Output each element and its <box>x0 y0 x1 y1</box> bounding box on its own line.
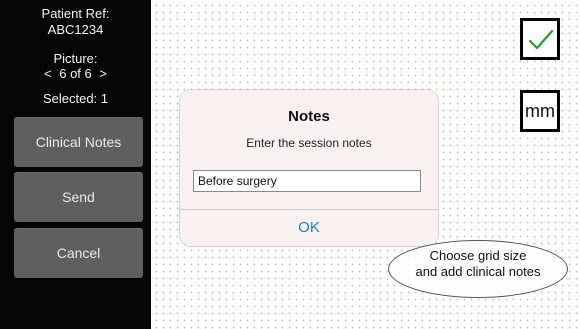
confirm-button[interactable] <box>520 18 560 60</box>
hint-line-1: Choose grid size <box>429 248 527 263</box>
patient-ref-label: Patient Ref: <box>41 6 110 21</box>
selected-count: Selected: 1 <box>42 91 109 106</box>
unit-mm-button[interactable]: mm <box>520 90 560 132</box>
next-picture-button[interactable]: > <box>95 67 111 81</box>
dialog-title: Notes <box>288 108 330 125</box>
send-button[interactable]: Send <box>14 172 143 222</box>
notes-dialog: Notes Enter the session notes OK <box>180 90 438 246</box>
session-notes-input[interactable] <box>193 170 421 192</box>
cancel-button[interactable]: Cancel <box>14 228 143 278</box>
hint-line-2: and add clinical notes <box>415 264 541 279</box>
hint-bubble: Choose grid size and add clinical notes <box>388 240 568 298</box>
picture-index: 6 of 6 <box>59 66 92 81</box>
ok-button[interactable]: OK <box>180 210 438 246</box>
picture-navigator: < 6 of 6 > <box>0 67 151 81</box>
picture-label: Picture: <box>53 51 98 66</box>
dialog-message: Enter the session notes <box>246 136 372 150</box>
clinical-notes-button[interactable]: Clinical Notes <box>14 117 143 167</box>
patient-ref-value: ABC1234 <box>47 22 104 37</box>
previous-picture-button[interactable]: < <box>40 67 56 81</box>
sidebar: Patient Ref: ABC1234 Picture: < 6 of 6 >… <box>0 0 151 329</box>
